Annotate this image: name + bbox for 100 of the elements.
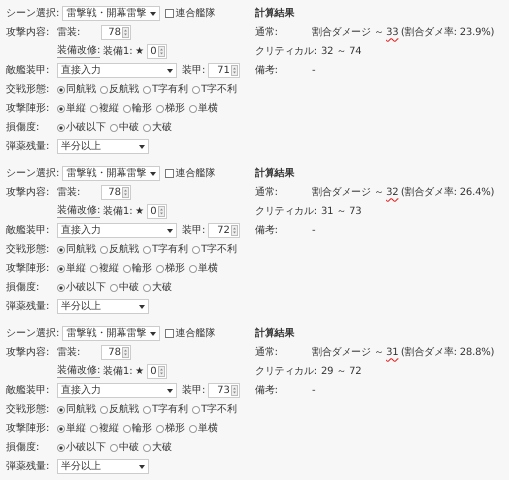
caret-icon <box>150 332 156 336</box>
select-field[interactable]: 雷撃戦・開幕雷撃 <box>62 166 160 181</box>
select-field[interactable]: 半分以上 <box>57 139 149 154</box>
result-label: 備考: <box>255 384 279 396</box>
damage-rate: (割合ダメ率: 23.9%) <box>400 26 494 38</box>
number-field[interactable]: 0 <box>146 364 167 379</box>
spinner-icon <box>230 225 238 236</box>
radio-option[interactable]: 反航戦 <box>100 84 139 96</box>
radio-option[interactable]: T字有利 <box>143 84 188 96</box>
select-field[interactable]: 半分以上 <box>57 299 149 314</box>
number-field[interactable]: 71 <box>208 63 240 78</box>
caret-icon <box>167 388 173 392</box>
result-label: クリティカル: <box>255 366 318 378</box>
radio-option[interactable]: 単縦 <box>57 422 86 434</box>
number-field[interactable]: 73 <box>208 383 240 398</box>
field-label: 装備1: <box>102 366 133 378</box>
radio-option[interactable]: 同航戦 <box>57 84 96 96</box>
radio-option[interactable]: 大破 <box>143 442 172 454</box>
radio-option[interactable]: 単縦 <box>57 262 86 274</box>
field-label: 雷装: <box>57 26 82 38</box>
field-label: 装備1: <box>102 46 133 58</box>
select-field[interactable]: 直接入力 <box>57 63 177 78</box>
checkbox-option[interactable]: 連合艦隊 <box>165 328 216 340</box>
radio-option[interactable]: 同航戦 <box>57 244 96 256</box>
radio-option[interactable]: 単横 <box>189 102 218 114</box>
field-label: 交戦形態: <box>6 84 50 96</box>
improvement-link[interactable]: 装備改修: <box>57 45 100 58</box>
radio-option[interactable]: 単横 <box>189 422 218 434</box>
field-label: 敵艦装甲: <box>6 64 50 76</box>
number-field[interactable]: 0 <box>146 204 167 219</box>
radio-option[interactable]: T字不利 <box>192 404 238 416</box>
spinner-icon <box>230 65 238 76</box>
result-label: 通常: <box>255 26 279 38</box>
improvement-link[interactable]: 装備改修: <box>57 205 100 218</box>
radio-option[interactable]: 輪形 <box>123 262 152 274</box>
field-label: 装甲: <box>182 384 206 396</box>
radio-option[interactable]: T字有利 <box>143 244 188 256</box>
number-field[interactable]: 0 <box>146 44 167 59</box>
damage-text: 割合ダメージ ～ <box>312 186 384 198</box>
select-field[interactable]: 半分以上 <box>57 459 149 474</box>
radio-option[interactable]: 梯形 <box>156 422 185 434</box>
select-field[interactable]: 直接入力 <box>57 223 177 238</box>
radio-option[interactable]: 単横 <box>189 262 218 274</box>
radio-option[interactable]: 大破 <box>143 122 172 134</box>
checkbox-option[interactable]: 連合艦隊 <box>165 168 216 180</box>
field-label: 敵艦装甲: <box>6 224 50 236</box>
radio-option[interactable]: 小破以下 <box>57 282 106 294</box>
result-label: 通常: <box>255 186 279 198</box>
field-label: 交戦形態: <box>6 404 50 416</box>
radio-option[interactable]: 大破 <box>143 282 172 294</box>
result-label: クリティカル: <box>255 46 318 58</box>
field-label: 雷装: <box>57 186 82 198</box>
radio-option[interactable]: 小破以下 <box>57 442 106 454</box>
radio-option[interactable]: T字不利 <box>192 244 238 256</box>
radio-option[interactable]: 中破 <box>110 442 139 454</box>
field-label: 攻撃内容: <box>6 186 50 198</box>
result-label: 備考: <box>255 64 279 76</box>
radio-option[interactable]: 梯形 <box>156 262 185 274</box>
radio-option[interactable]: 反航戦 <box>100 404 139 416</box>
radio-option[interactable]: T字不利 <box>192 84 238 96</box>
radio-option[interactable]: T字有利 <box>143 404 188 416</box>
select-field[interactable]: 雷撃戦・開幕雷撃 <box>62 326 160 341</box>
radio-option[interactable]: 反航戦 <box>100 244 139 256</box>
field-label: 攻撃陣形: <box>6 262 50 274</box>
select-field[interactable]: 直接入力 <box>57 383 177 398</box>
radio-option[interactable]: 複縦 <box>90 102 119 114</box>
improvement-link[interactable]: 装備改修: <box>57 365 100 378</box>
result-title: 計算結果 <box>255 328 294 340</box>
caret-icon <box>150 172 156 176</box>
checkbox-option[interactable]: 連合艦隊 <box>165 8 216 20</box>
radio-option[interactable]: 単縦 <box>57 102 86 114</box>
select-field[interactable]: 雷撃戦・開幕雷撃 <box>62 6 160 21</box>
radio-option[interactable]: 輪形 <box>123 102 152 114</box>
radio-option[interactable]: 同航戦 <box>57 404 96 416</box>
field-label: 損傷度: <box>6 122 40 134</box>
radio-option[interactable]: 中破 <box>110 282 139 294</box>
damage-value: 33 <box>386 26 398 38</box>
radio-option[interactable]: 複縦 <box>90 422 119 434</box>
field-label: シーン選択: <box>6 168 60 180</box>
radio-option[interactable]: 梯形 <box>156 102 185 114</box>
radio-option[interactable]: 中破 <box>110 122 139 134</box>
damage-value: 31 <box>386 346 398 358</box>
caret-icon <box>167 68 173 72</box>
field-label: 装備1: <box>102 206 133 218</box>
star-icon: ★ <box>135 206 144 218</box>
field-label: 弾薬残量: <box>6 140 50 152</box>
damage-rate: (割合ダメ率: 26.4%) <box>400 186 494 198</box>
number-field[interactable]: 78 <box>101 185 131 200</box>
damage-rate: (割合ダメ率: 28.8%) <box>400 346 494 358</box>
number-field[interactable]: 72 <box>208 223 240 238</box>
field-label: 損傷度: <box>6 442 40 454</box>
radio-option[interactable]: 小破以下 <box>57 122 106 134</box>
field-label: 雷装: <box>57 346 82 358</box>
radio-option[interactable]: 複縦 <box>90 262 119 274</box>
star-icon: ★ <box>135 366 144 378</box>
number-field[interactable]: 78 <box>101 25 131 40</box>
spinner-icon <box>122 187 129 198</box>
radio-option[interactable]: 輪形 <box>123 422 152 434</box>
star-icon: ★ <box>135 46 144 58</box>
number-field[interactable]: 78 <box>101 345 131 360</box>
